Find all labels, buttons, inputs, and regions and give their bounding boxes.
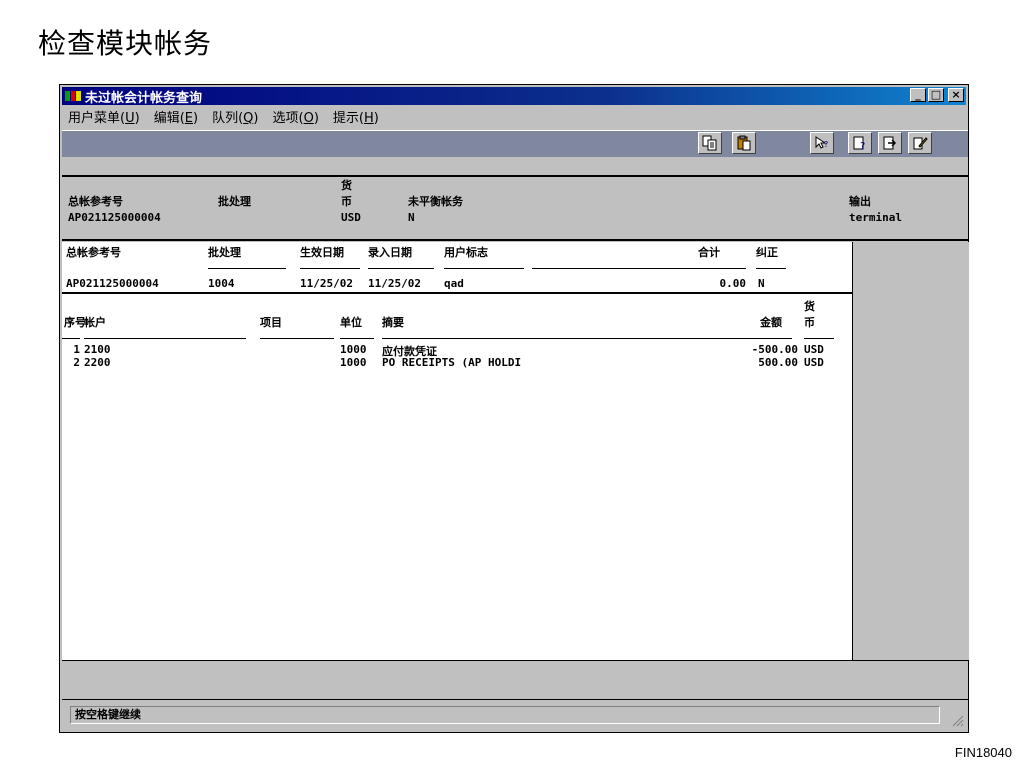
resize-grip-icon[interactable] [952,715,964,727]
header-output-value[interactable]: terminal [849,211,902,224]
row-currency: USD [804,356,824,369]
status-bar: 按空格键继续 [62,700,968,731]
menu-edit[interactable]: 编辑(E) [154,107,198,126]
header-currency-value[interactable]: USD [341,211,361,224]
header-unbalanced-label: 未平衡帐务 [408,195,463,208]
window-title: 未过帐会计帐务查询 [85,90,203,106]
message-bar [62,660,968,700]
row-seq: 2 [73,356,80,369]
row-amount: -500.00 [751,343,798,356]
row-currency: USD [804,343,824,356]
entry-ref-value[interactable]: AP021125000004 [66,277,159,290]
entry-entry-date-value[interactable]: 11/25/02 [368,277,421,290]
header-ref-value[interactable]: AP021125000004 [68,211,161,224]
entry-batch-value[interactable]: 1004 [208,277,235,290]
line-unit-header: 单位 [340,316,362,329]
entry-correct-value[interactable]: N [758,277,765,290]
copy-icon[interactable] [698,132,722,154]
header-currency-label-2: 币 [341,195,352,208]
header-ref-label: 总帐参考号 [68,195,123,208]
entry-total-value[interactable]: 0.00 [698,277,747,290]
entry-user-label: 用户标志 [444,246,488,259]
pointer-help-icon[interactable]: ? [810,132,834,154]
help-document-icon[interactable]: ? [848,132,872,154]
entry-ref-label: 总帐参考号 [66,246,121,259]
menu-queue[interactable]: 队列(Q) [212,107,258,126]
export-icon[interactable] [878,132,902,154]
line-amount-header: 金额 [760,316,782,329]
edit-pen-icon[interactable] [908,132,932,154]
figure-code: FIN18040 [954,745,1012,760]
detail-area: 总帐参考号 批处理 生效日期 录入日期 用户标志 合计 纠正 AP0211250… [62,242,852,660]
window-titlebar[interactable]: 未过帐会计帐务查询 _ □ × [62,87,966,106]
close-button[interactable]: × [948,88,964,102]
line-currency-header-1: 货 [804,300,815,313]
svg-text:?: ? [824,140,828,149]
line-seq-header: 序号 [64,316,86,329]
row-account: 2100 [84,343,111,356]
page-title: 检查模块帐务 [38,27,213,60]
line-desc-header: 摘要 [382,316,404,329]
toolbar: ? ? [62,128,968,159]
entry-entry-date-label: 录入日期 [368,246,412,259]
minimize-button[interactable]: _ [910,88,926,102]
status-text: 按空格键继续 [70,706,940,724]
line-currency-header-2: 币 [804,316,815,329]
row-unit: 1000 [340,356,367,369]
header-unbalanced-value[interactable]: N [408,211,415,224]
right-panel [852,242,969,660]
header-output-label: 输出 [849,195,871,208]
entry-correct-label: 纠正 [756,246,778,259]
svg-text:?: ? [860,141,865,151]
entry-total-label: 合计 [698,246,720,259]
entry-effective-date-label: 生效日期 [300,246,344,259]
row-unit: 1000 [340,343,367,356]
entry-user-value[interactable]: qad [444,277,464,290]
row-seq: 1 [73,343,80,356]
app-icon [65,90,82,102]
row-account: 2200 [84,356,111,369]
entry-effective-date-value[interactable]: 11/25/02 [300,277,353,290]
menu-options[interactable]: 选项(O) [272,107,318,126]
header-currency-label-1: 货 [341,179,352,192]
menubar: 用户菜单(U) 编辑(E) 队列(Q) 选项(O) 提示(H) [62,106,966,126]
entry-batch-label: 批处理 [208,246,241,259]
line-account-header: 帐户 [84,316,106,329]
line-project-header: 项目 [260,316,282,329]
app-window: 未过帐会计帐务查询 _ □ × 用户菜单(U) 编辑(E) 队列(Q) 选项(O… [59,84,969,733]
paste-icon[interactable] [732,132,756,154]
menu-help[interactable]: 提示(H) [333,107,379,126]
row-desc: PO RECEIPTS (AP HOLDI [382,356,522,369]
row-amount: 500.00 [758,356,798,369]
maximize-button[interactable]: □ [928,88,944,102]
header-panel: 总帐参考号 AP021125000004 批处理 货 币 USD 未平衡帐务 N… [62,175,968,241]
header-batch-label: 批处理 [218,195,251,208]
menu-user[interactable]: 用户菜单(U) [68,107,140,126]
